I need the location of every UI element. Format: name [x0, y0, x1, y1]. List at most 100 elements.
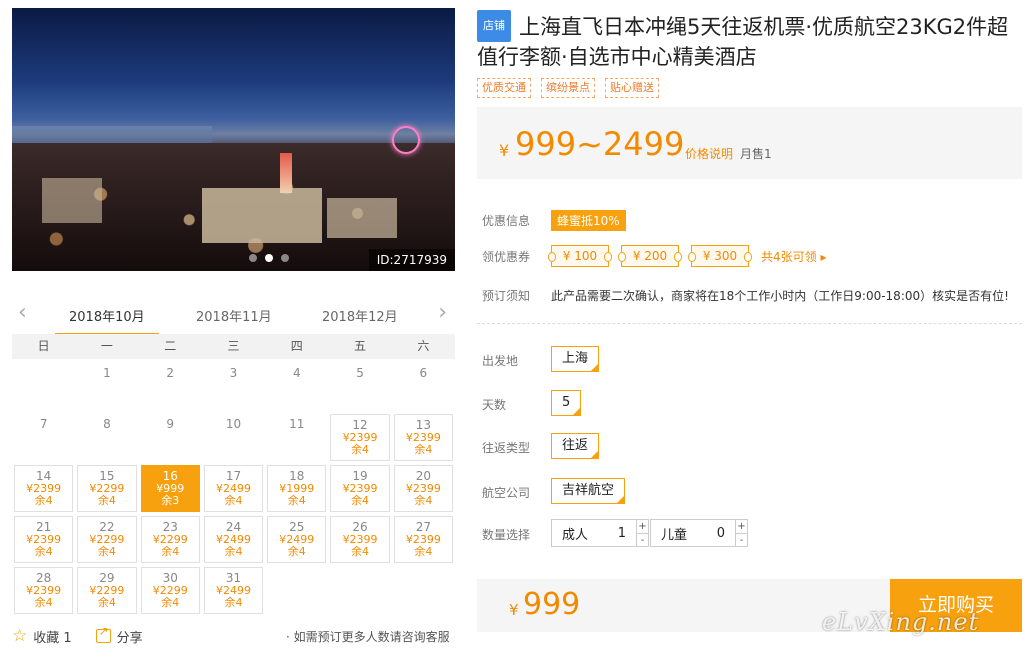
coupon-list: ¥ 100 ¥ 200 ¥ 300 共4张可领 ▸	[548, 245, 826, 267]
calendar-day[interactable]: 12 ¥2399 余4	[330, 414, 390, 461]
price-currency: ¥	[499, 141, 510, 160]
photo-tower	[280, 153, 292, 193]
shop-badge[interactable]: 店铺	[477, 10, 511, 42]
day-number: 15	[99, 469, 115, 483]
calendar-day[interactable]: 25 ¥2499 余4	[267, 516, 327, 563]
calendar-day: 9	[141, 414, 200, 461]
trip-type-option[interactable]: 往返	[551, 433, 600, 459]
calendar-day[interactable]: 27 ¥2399 余4	[393, 516, 453, 563]
day-remaining: 余4	[287, 545, 306, 558]
calendar-grid: 1 2 3 4 5 6 7 8 9 10 11 12 ¥2399 余4 13 ¥2399 余4 14 ¥2399 余4…	[12, 361, 455, 617]
day-number: 26	[352, 520, 368, 534]
calendar-day[interactable]: 19 ¥2399 余4	[330, 465, 390, 512]
day-remaining: 余4	[351, 545, 370, 558]
gallery-dot[interactable]	[249, 254, 257, 262]
monthly-sales: 月售1	[740, 147, 772, 161]
share-button[interactable]: 分享	[95, 624, 143, 646]
child-label: 儿童	[661, 527, 688, 543]
adult-plus-button[interactable]: +	[637, 520, 648, 533]
trip-type-label: 往返类型	[482, 441, 531, 455]
child-count[interactable]: 0	[709, 526, 725, 541]
day-number: 20	[415, 469, 431, 483]
coupon-300[interactable]: ¥ 300	[688, 245, 752, 267]
calendar-day[interactable]: 26 ¥2399 余4	[330, 516, 390, 563]
coupon-200[interactable]: ¥ 200	[618, 245, 682, 267]
product-tags: 优质交通 缤纷景点 贴心赠送	[477, 78, 659, 98]
gallery-dots[interactable]	[249, 254, 289, 262]
calendar-day: 3	[204, 363, 263, 410]
day-number: 3	[229, 366, 238, 380]
calendar-day[interactable]: 15 ¥2299 余4	[77, 465, 137, 512]
day-number: 10	[225, 417, 242, 431]
calendar-day[interactable]: 18 ¥1999 余4	[267, 465, 327, 512]
section-divider	[477, 323, 1022, 324]
calendar-day[interactable]: 29 ¥2299 余4	[77, 567, 137, 614]
day-number: 5	[356, 366, 364, 380]
favorite-label: 收藏 1	[33, 630, 72, 646]
weekday-label: 六	[417, 339, 430, 353]
day-remaining: 余4	[97, 494, 116, 507]
coupon-count-link[interactable]: 共4张可领 ▸	[761, 248, 826, 265]
day-number: 17	[225, 469, 242, 483]
tab-month-nov[interactable]: 2018年11月	[196, 306, 272, 325]
calendar-day[interactable]: 31 ¥2499 余4	[203, 567, 264, 614]
day-number: 12	[352, 418, 368, 432]
calendar-day[interactable]: 17 ¥2499 余4	[203, 465, 264, 512]
day-number: 13	[415, 418, 431, 432]
calendar-day[interactable]: 20 ¥2399 余4	[393, 465, 453, 512]
day-remaining: 余4	[34, 494, 53, 507]
adult-count[interactable]: 1	[610, 526, 626, 541]
total-price: 999	[523, 587, 581, 622]
day-number: 21	[36, 520, 52, 534]
airline-option[interactable]: 吉祥航空	[551, 478, 626, 504]
calendar-day: 8	[77, 414, 136, 461]
day-remaining: 余4	[351, 443, 370, 456]
favorite-button[interactable]: ☆ 收藏 1	[12, 626, 72, 646]
day-number: 19	[352, 469, 368, 483]
calendar-day[interactable]: 21 ¥2399 余4	[14, 516, 74, 563]
calendar-day[interactable]: 23 ¥2299 余4	[140, 516, 200, 563]
calendar-day: 4	[267, 363, 326, 410]
day-remaining: 余4	[224, 545, 243, 558]
gallery-dot[interactable]	[265, 254, 273, 262]
contact-service-note[interactable]: · 如需预订更多人数请咨询客服	[286, 628, 450, 645]
weekday-label: 日	[37, 339, 50, 353]
departure-label: 出发地	[482, 354, 519, 368]
child-minus-button[interactable]: -	[736, 533, 747, 547]
calendar-day: 11	[267, 414, 326, 461]
day-number: 25	[289, 520, 305, 534]
calendar-day: 2	[141, 363, 200, 410]
calendar-day[interactable]: 22 ¥2299 余4	[77, 516, 137, 563]
weekday-label: 二	[164, 339, 177, 353]
tab-month-dec[interactable]: 2018年12月	[322, 306, 398, 325]
star-icon: ☆	[12, 626, 28, 646]
calendar-day[interactable]: 24 ¥2499 余4	[203, 516, 264, 563]
days-option[interactable]: 5	[551, 390, 582, 416]
day-remaining: 余4	[34, 545, 53, 558]
adult-stepper: 成人 1 + -	[551, 519, 649, 547]
price-box: ¥ 999~2499 价格说明 月售1	[477, 107, 1022, 179]
product-page: ID:2717939 ‹ 2018年10月 2018年11月 2018年12月 …	[0, 0, 1024, 657]
coupon-100[interactable]: ¥ 100	[548, 245, 612, 267]
calendar-day[interactable]: 14 ¥2399 余4	[14, 465, 74, 512]
chevron-right-icon[interactable]: ›	[438, 302, 447, 324]
product-photo[interactable]: ID:2717939	[12, 8, 455, 271]
departure-option[interactable]: 上海	[551, 346, 600, 372]
photo-building	[202, 188, 322, 243]
tab-month-oct[interactable]: 2018年10月	[55, 306, 159, 335]
price-explain-link[interactable]: 价格说明	[685, 145, 733, 162]
calendar-day[interactable]: 13 ¥2399 余4	[393, 414, 453, 461]
child-plus-button[interactable]: +	[736, 520, 747, 533]
day-number: 6	[419, 366, 428, 380]
discount-label: 优惠信息	[482, 214, 531, 228]
chevron-left-icon[interactable]: ‹	[18, 302, 27, 324]
day-number: 18	[289, 469, 305, 483]
adult-minus-button[interactable]: -	[637, 533, 648, 547]
day-remaining: 余4	[161, 545, 180, 558]
adult-stepper-buttons: + -	[636, 520, 648, 546]
gallery-dot[interactable]	[281, 254, 289, 262]
calendar-day[interactable]: 16 ¥999 余3	[140, 465, 200, 512]
calendar-day[interactable]: 30 ¥2299 余4	[140, 567, 200, 614]
calendar-day[interactable]: 28 ¥2399 余4	[14, 567, 74, 614]
day-number: 2	[166, 366, 175, 380]
